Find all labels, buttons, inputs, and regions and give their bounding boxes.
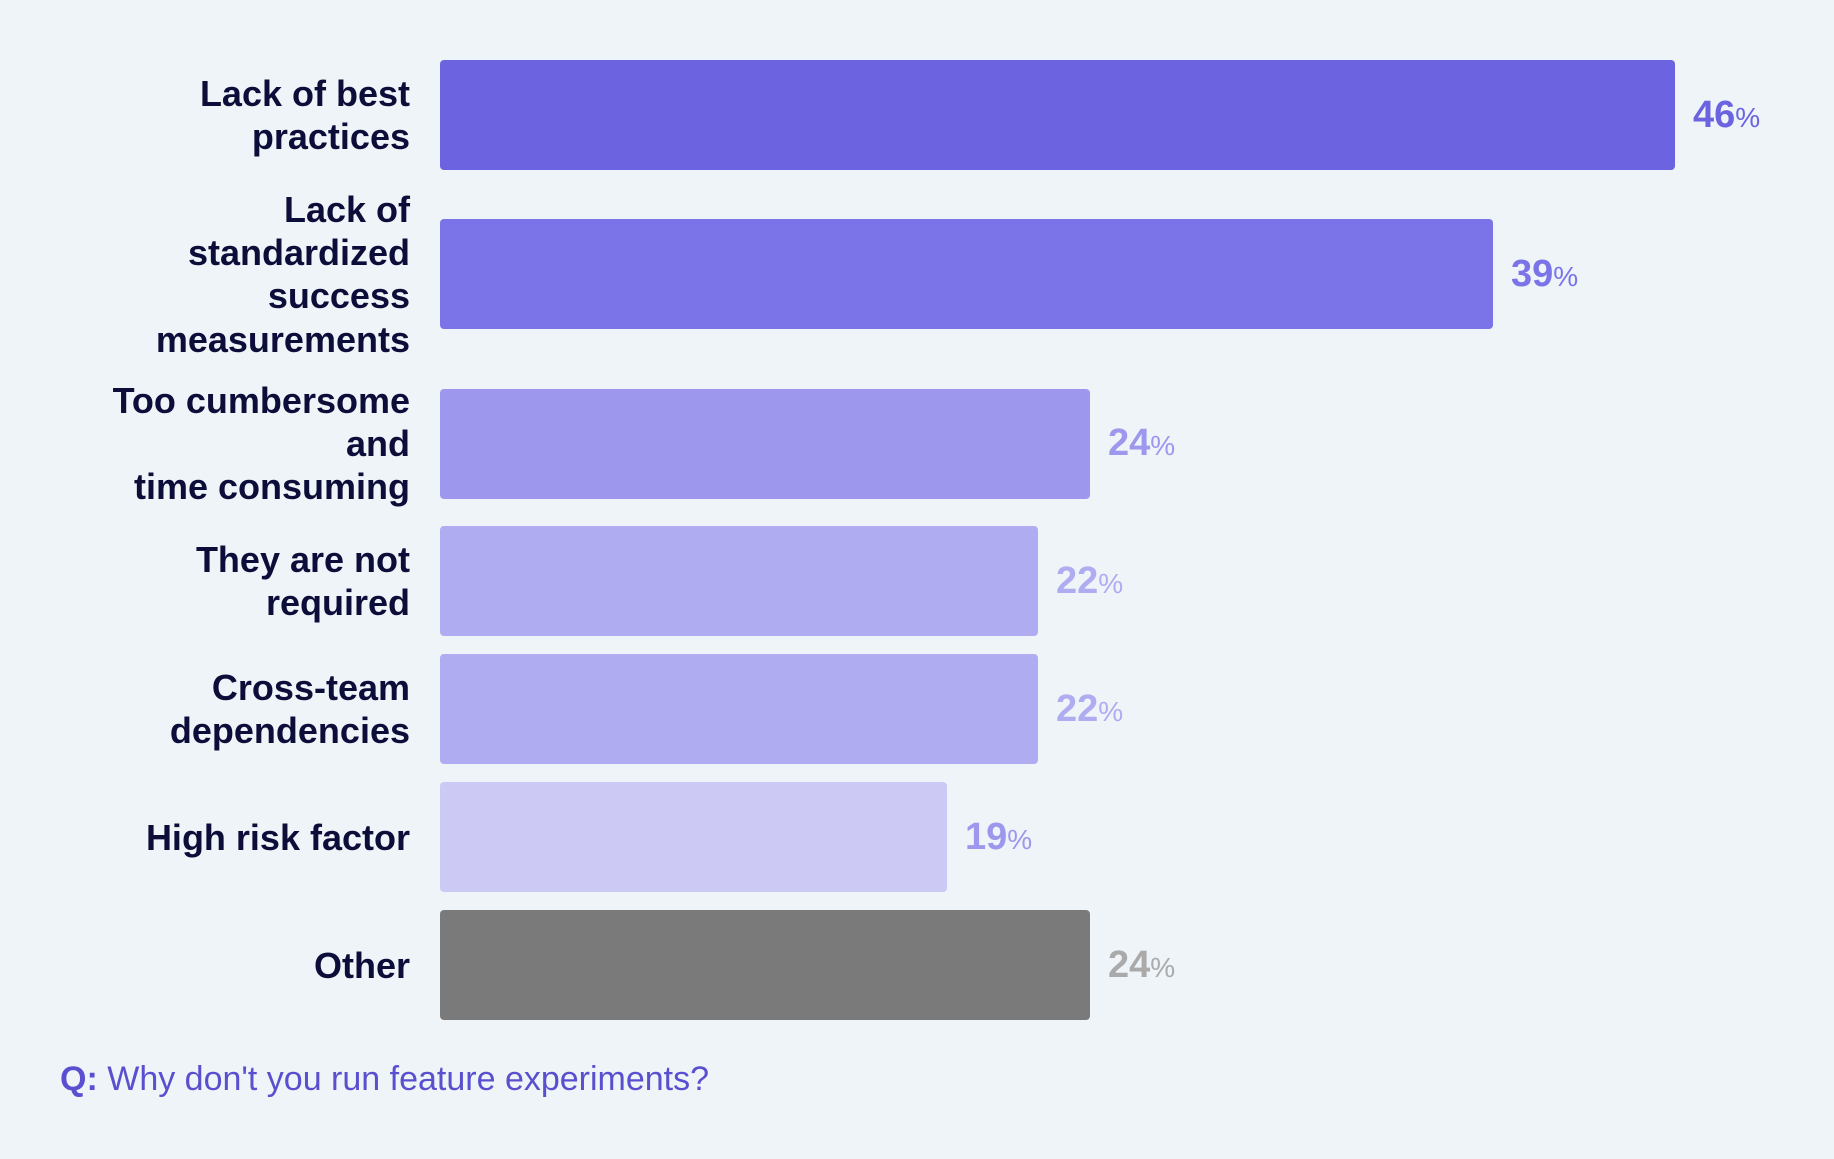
bar-percent: 39% bbox=[1511, 253, 1578, 296]
bar-fill bbox=[440, 219, 1493, 329]
bar-label: They are not required bbox=[60, 538, 440, 624]
bar-row: Lack of best practices46% bbox=[60, 60, 1754, 170]
bar-percent: 19% bbox=[965, 816, 1032, 859]
bar-fill bbox=[440, 60, 1675, 170]
bar-label: Other bbox=[60, 944, 440, 987]
bar-wrap: 22% bbox=[440, 654, 1754, 764]
question-body: Why don't you run feature experiments? bbox=[107, 1060, 709, 1098]
bar-row: High risk factor 19% bbox=[60, 782, 1754, 892]
bar-percent: 24% bbox=[1108, 944, 1175, 987]
bar-row: Other 24% bbox=[60, 910, 1754, 1020]
bar-fill bbox=[440, 526, 1038, 636]
bar-wrap: 46% bbox=[440, 60, 1760, 170]
bar-label: Too cumbersome andtime consuming bbox=[60, 379, 440, 509]
bar-label: Lack of best practices bbox=[60, 72, 440, 158]
bar-percent: 46% bbox=[1693, 94, 1760, 137]
bar-fill bbox=[440, 910, 1090, 1020]
bar-percent: 22% bbox=[1056, 560, 1123, 603]
bars-wrapper: Lack of best practices46% Lack of standar… bbox=[60, 60, 1754, 1020]
question-text: Q: Why don't you run feature experiments… bbox=[60, 1060, 1754, 1099]
bar-wrap: 24% bbox=[440, 910, 1754, 1020]
bar-row: Too cumbersome andtime consuming 24% bbox=[60, 379, 1754, 509]
bar-fill bbox=[440, 782, 947, 892]
bar-fill bbox=[440, 389, 1090, 499]
bar-label: Lack of standardizedsuccess measurements bbox=[60, 188, 440, 361]
bar-wrap: 22% bbox=[440, 526, 1754, 636]
bar-row: Cross-teamdependencies 22% bbox=[60, 654, 1754, 764]
bar-wrap: 39% bbox=[440, 219, 1754, 329]
bar-row: They are not required 22% bbox=[60, 526, 1754, 636]
bar-row: Lack of standardizedsuccess measurements… bbox=[60, 188, 1754, 361]
chart-container: Lack of best practices46%Lack of standar… bbox=[0, 0, 1834, 1159]
bar-percent: 24% bbox=[1108, 422, 1175, 465]
bar-percent: 22% bbox=[1056, 688, 1123, 731]
bar-label: High risk factor bbox=[60, 816, 440, 859]
bar-wrap: 19% bbox=[440, 782, 1754, 892]
bar-fill bbox=[440, 654, 1038, 764]
question-prefix: Q: bbox=[60, 1060, 98, 1098]
bar-label: Cross-teamdependencies bbox=[60, 666, 440, 752]
bar-wrap: 24% bbox=[440, 389, 1754, 499]
